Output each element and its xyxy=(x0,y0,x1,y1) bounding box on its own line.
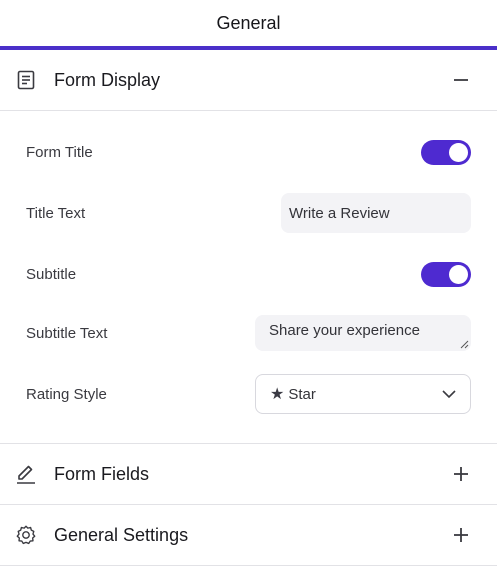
expand-plus-icon[interactable] xyxy=(449,462,473,486)
general-tab[interactable]: General xyxy=(0,0,497,46)
form-display-section-header[interactable]: Form Display xyxy=(0,50,497,111)
title-text-label: Title Text xyxy=(26,204,86,222)
form-display-body: Form Title Title Text Write a Review Sub… xyxy=(0,111,497,444)
subtitle-label: Subtitle xyxy=(26,265,77,283)
rating-style-select[interactable]: ★ Star xyxy=(255,374,471,414)
form-title-row: Form Title xyxy=(26,125,471,179)
toggle-knob xyxy=(449,142,468,162)
form-title-toggle[interactable] xyxy=(421,139,471,165)
form-display-title: Form Display xyxy=(54,69,161,90)
rating-style-row: Rating Style ★ Star xyxy=(26,365,471,423)
subtitle-text-textarea[interactable]: Share your experience xyxy=(255,315,471,351)
form-fields-title: Form Fields xyxy=(54,463,150,484)
document-icon xyxy=(14,68,38,92)
general-settings-section-header[interactable]: General Settings xyxy=(0,505,497,566)
toggle-knob xyxy=(449,264,468,284)
gear-icon xyxy=(14,523,38,547)
subtitle-text-label: Subtitle Text xyxy=(26,324,108,342)
general-settings-title: General Settings xyxy=(54,524,189,545)
subtitle-text-value: Share your experience xyxy=(269,322,420,339)
collapse-minus-icon[interactable] xyxy=(449,68,473,92)
rating-style-label: Rating Style xyxy=(26,385,107,403)
title-text-row: Title Text Write a Review xyxy=(26,179,471,247)
title-text-value: Write a Review xyxy=(289,204,390,222)
chevron-down-icon xyxy=(442,386,456,403)
resize-grip-icon[interactable] xyxy=(459,339,469,349)
general-tab-label: General xyxy=(216,12,281,33)
subtitle-toggle[interactable] xyxy=(421,261,471,287)
star-icon: ★ xyxy=(270,386,285,403)
rating-style-value: Star xyxy=(288,385,316,403)
subtitle-text-row: Subtitle Text Share your experience xyxy=(26,301,471,365)
form-title-label: Form Title xyxy=(26,143,93,161)
expand-plus-icon[interactable] xyxy=(449,523,473,547)
subtitle-row: Subtitle xyxy=(26,247,471,301)
title-text-input[interactable]: Write a Review xyxy=(281,193,471,233)
form-fields-section-header[interactable]: Form Fields xyxy=(0,444,497,505)
pencil-icon xyxy=(14,462,38,486)
